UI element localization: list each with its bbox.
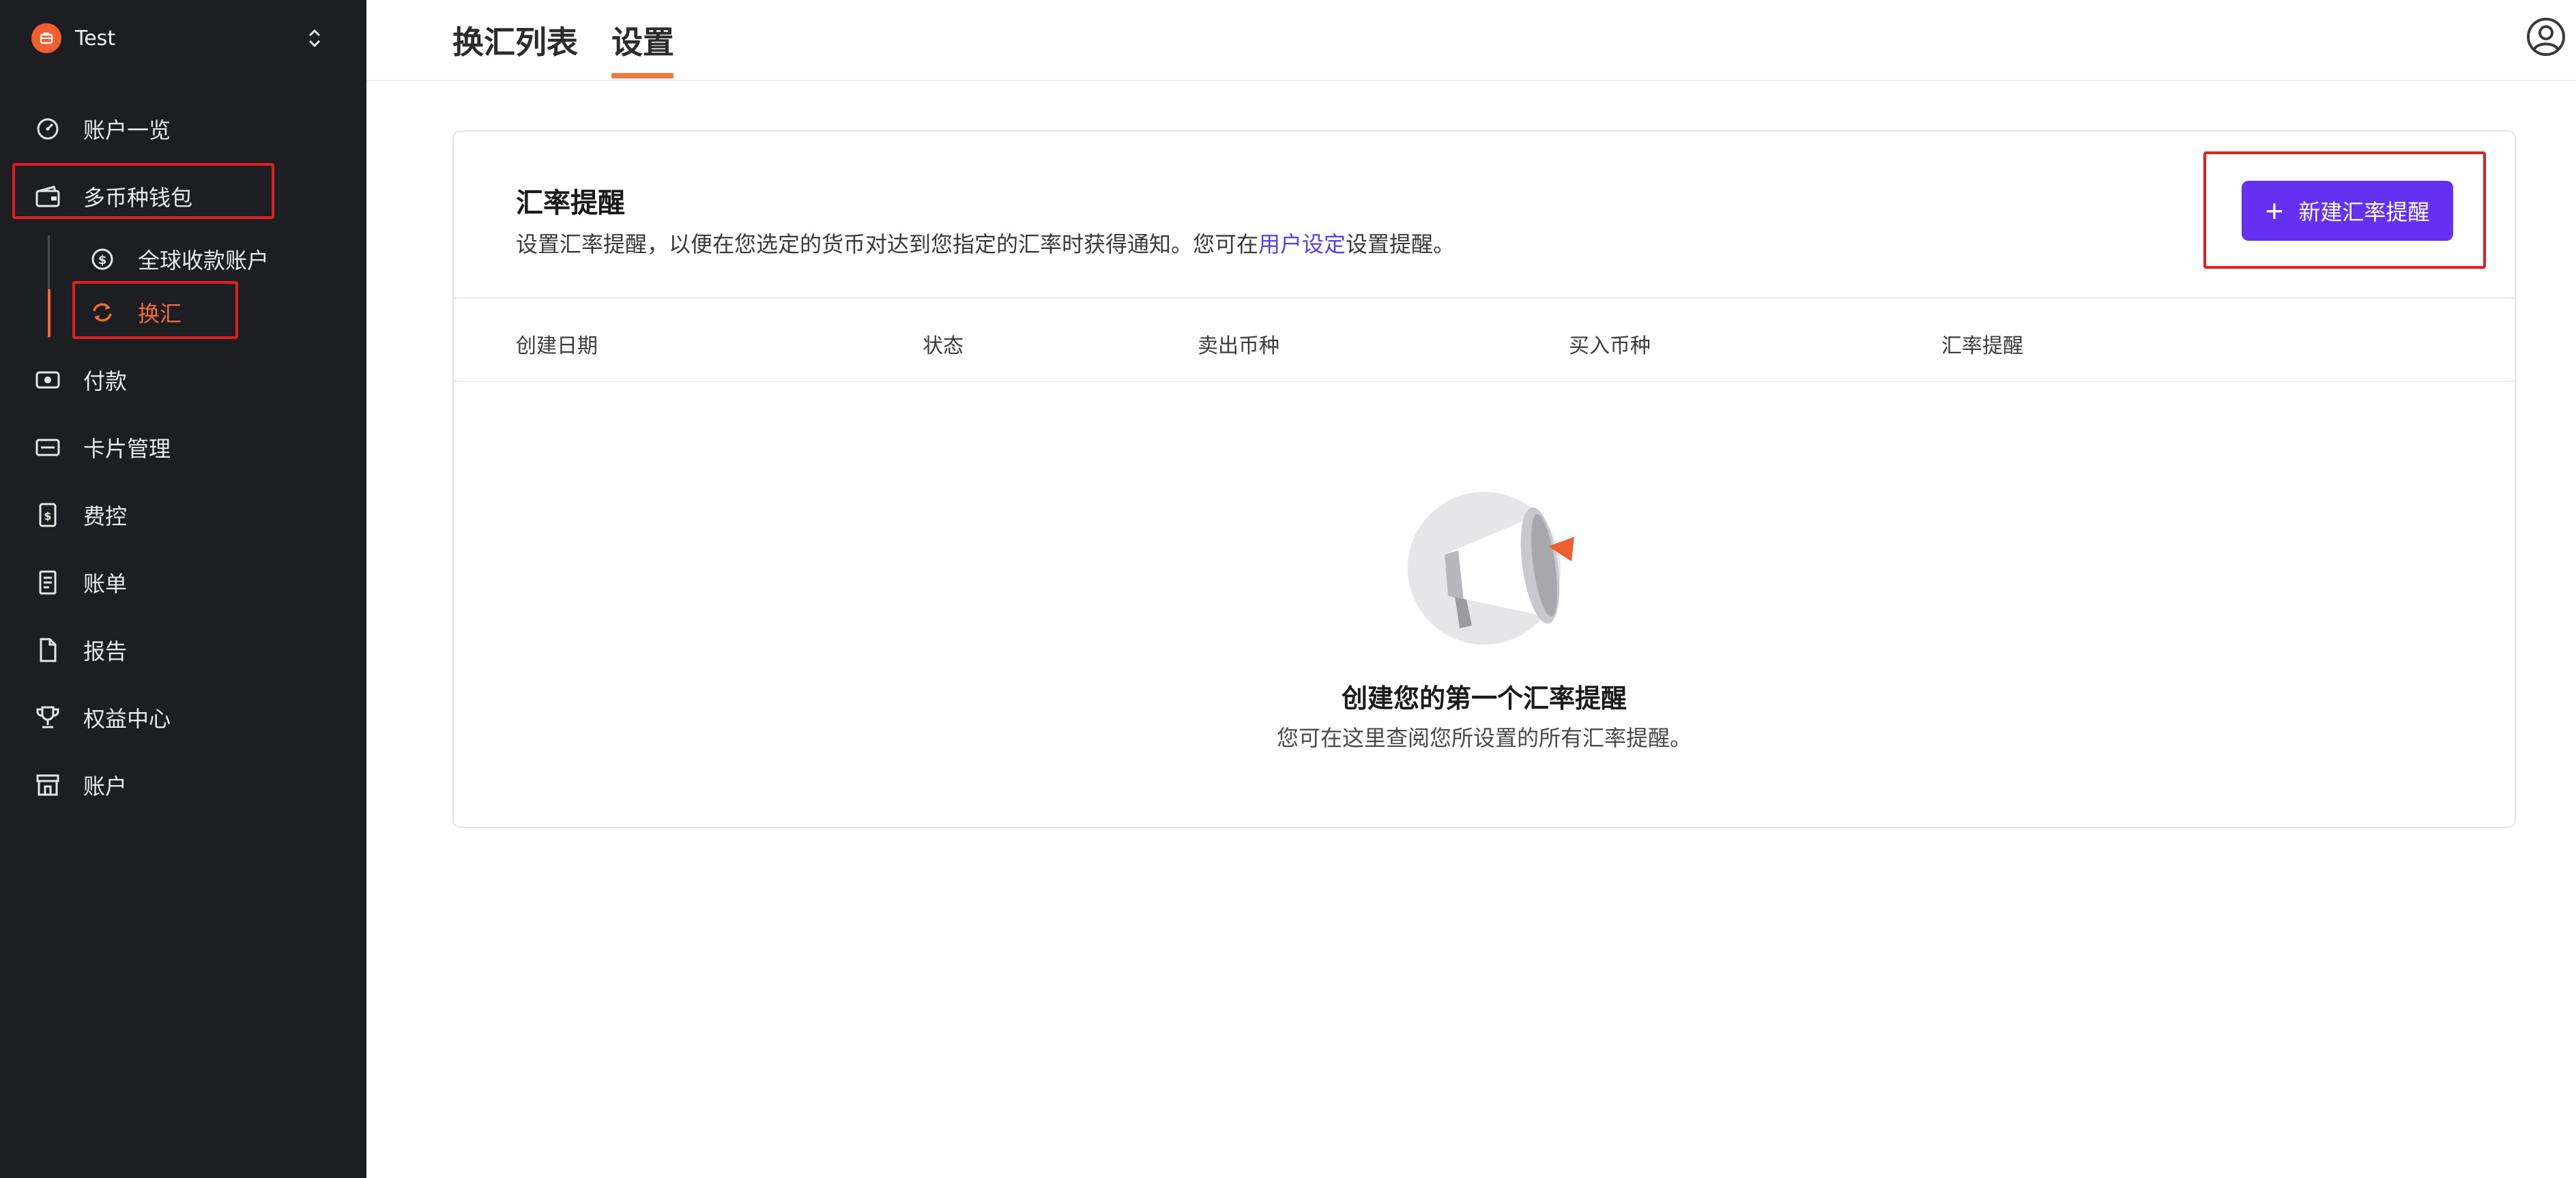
sidebar-item-label: 账户一览 [83,117,171,143]
sidebar-item-label: 权益中心 [83,706,171,732]
empty-state-subtitle: 您可在这里查阅您所设置的所有汇率提醒。 [1276,725,1692,751]
report-file-icon [34,636,61,664]
bill-icon [34,569,61,596]
org-logo-icon [31,23,61,53]
card-title: 汇率提醒 [516,188,625,219]
card-description: 设置汇率提醒，以便在您选定的货币对达到您指定的汇率时获得通知。您可在用户设定设置… [516,227,1455,259]
sidebar-item-label: 付款 [83,368,128,394]
empty-state-title: 创建您的第一个汇率提醒 [1341,683,1627,713]
user-settings-link[interactable]: 用户设定 [1258,231,1346,257]
column-header-sell-currency: 卖出币种 [1198,334,1279,358]
highlight-box-wallet [12,163,274,219]
chevron-updown-icon [308,29,321,48]
card-description-text: 设置汇率提醒，以便在您选定的货币对达到您指定的汇率时获得通知。您可在 [516,231,1259,257]
sidebar-item-label: 费控 [83,503,128,529]
highlight-box-new-button [2203,151,2486,269]
org-switcher[interactable]: Test [31,22,325,55]
sidebar-item-cards[interactable]: 卡片管理 [34,427,171,468]
sidebar-item-benefits[interactable]: 权益中心 [34,697,171,738]
tab-exchange-list[interactable]: 换汇列表 [452,18,578,63]
org-name: Test [75,26,116,50]
column-header-buy-currency: 买入币种 [1569,334,1651,358]
store-icon [34,771,61,799]
highlight-box-exchange [72,281,238,339]
tab-settings[interactable]: 设置 [611,18,674,63]
user-profile-icon[interactable] [2526,16,2566,57]
sidebar-item-label: 卡片管理 [83,436,171,462]
top-bar [366,0,2576,81]
sidebar-item-payment[interactable]: 付款 [34,359,127,400]
sidebar-item-overview[interactable]: 账户一览 [34,108,171,149]
sidebar-item-account[interactable]: 账户 [34,765,127,806]
column-header-rate-alert: 汇率提醒 [1941,334,2023,358]
dashboard-gauge-icon [34,115,61,143]
submenu-active-indicator [48,289,50,337]
svg-text:$: $ [98,253,107,267]
payment-eye-icon [34,366,61,394]
card-icon [34,434,61,461]
sidebar-subitem-global-account[interactable]: $ 全球收款账户 [89,240,269,278]
sidebar-item-label: 账户 [83,774,128,799]
sidebar-item-bills[interactable]: 账单 [34,562,127,603]
expense-doc-icon: $ [34,501,61,529]
sidebar-item-reports[interactable]: 报告 [34,630,127,671]
sidebar-item-label: 账单 [83,571,128,597]
megaphone-illustration-icon [1408,492,1574,645]
dollar-coin-icon: $ [89,246,116,273]
card-description-text-end: 设置提醒。 [1346,231,1456,257]
sidebar-item-label: 报告 [83,638,128,664]
sidebar: Test 账户一览 多币种钱包 $ 全球收款账户 换汇 付款 卡片管理 $ 费控… [0,0,366,1178]
sidebar-item-expense[interactable]: $ 费控 [34,495,127,535]
active-tab-indicator [611,73,674,78]
sidebar-subitem-label: 全球收款账户 [138,248,270,274]
column-header-status: 状态 [923,334,964,358]
svg-text:$: $ [44,510,51,522]
column-header-created-date: 创建日期 [516,334,598,358]
table-header: 创建日期 状态 卖出币种 买入币种 汇率提醒 [454,297,2515,382]
trophy-icon [34,704,61,731]
